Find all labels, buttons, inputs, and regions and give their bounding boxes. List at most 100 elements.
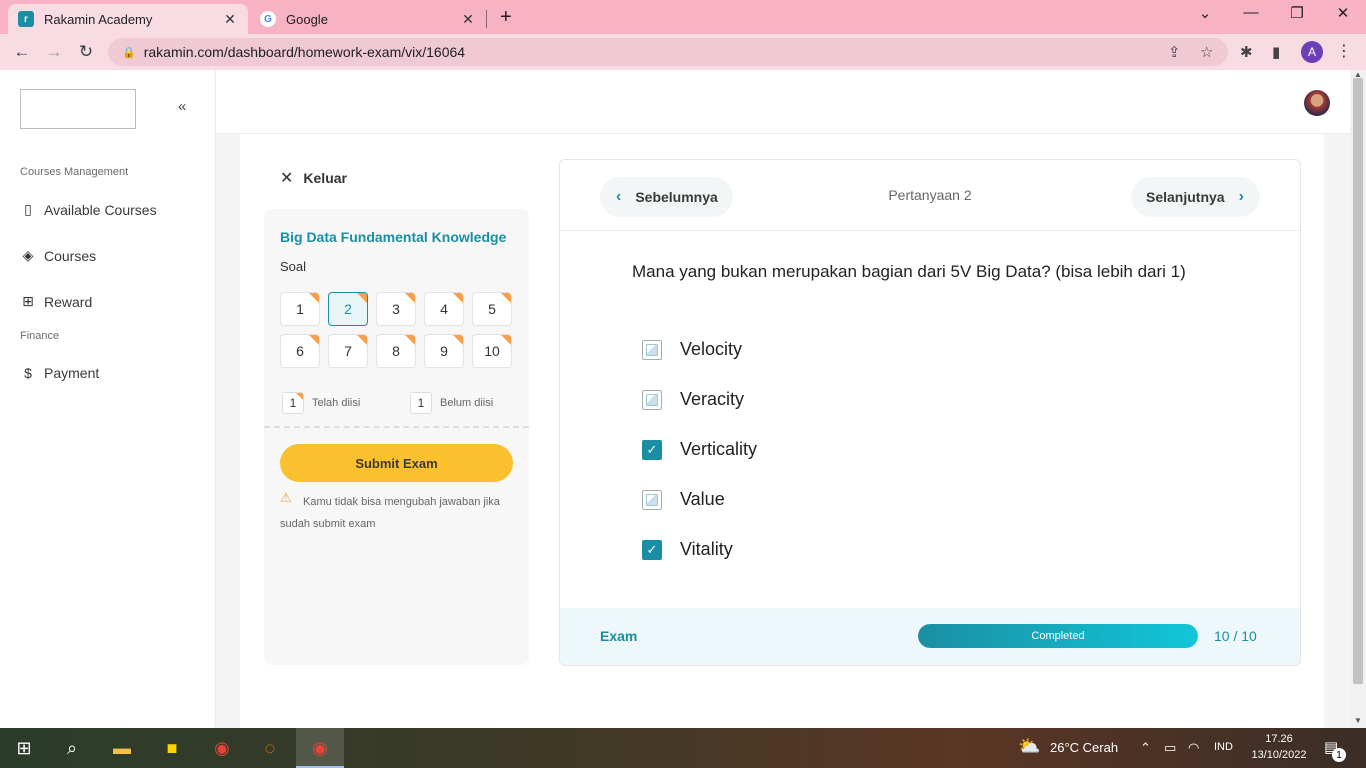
chevron-down-icon[interactable]: ⌄ (1182, 4, 1228, 22)
status-corner (357, 335, 367, 345)
address-bar[interactable]: 🔒 rakamin.com/dashboard/homework-exam/vi… (108, 38, 1228, 66)
sidebar-item-available-courses[interactable]: ▯ Available Courses (20, 201, 156, 218)
jupyter-icon[interactable]: ◌ (256, 734, 284, 762)
restore-button[interactable]: ❐ (1274, 4, 1320, 22)
browser-tab-bar: r Rakamin Academy ✕ G Google ✕ + ⌄ — ❐ ✕ (0, 0, 1366, 34)
chevron-right-icon: › (1238, 188, 1244, 205)
tab-title: Rakamin Academy (44, 11, 153, 27)
meet-now-icon[interactable]: ▭ (1164, 740, 1176, 756)
answer-option[interactable]: Velocity (642, 339, 742, 360)
unanswered-legend-label: Belum diisi (440, 397, 494, 409)
page: « Courses Management ▯ Available Courses… (0, 70, 1350, 728)
checkbox-image-icon[interactable] (642, 339, 662, 360)
forward-button[interactable]: → (42, 42, 66, 62)
clock[interactable]: 17.26 13/10/2022 (1244, 731, 1314, 763)
question-nav-button-1[interactable]: 1 (280, 292, 320, 326)
close-icon[interactable]: ✕ (222, 11, 238, 28)
question-nav-button-8[interactable]: 8 (376, 334, 416, 368)
question-card: ‹ Sebelumnya Pertanyaan 2 Selanjutnya › … (559, 159, 1301, 666)
sidebar-section-finance: Finance (20, 330, 60, 342)
question-number-label: 8 (392, 343, 400, 359)
answer-option-label: Value (680, 489, 725, 509)
clock-time: 17.26 (1265, 733, 1293, 745)
answer-option[interactable]: ✓ Verticality (642, 439, 757, 460)
sidebar: « Courses Management ▯ Available Courses… (0, 70, 216, 728)
question-nav-button-6[interactable]: 6 (280, 334, 320, 368)
status-corner (309, 293, 319, 303)
sticky-notes-icon[interactable]: ■ (158, 734, 186, 762)
answer-option-label: Verticality (680, 439, 758, 459)
menu-icon[interactable]: ⋮ (1336, 41, 1352, 61)
windows-start-icon[interactable]: ⊞ (10, 734, 38, 762)
progress-bar: Completed (918, 624, 1198, 648)
next-question-button[interactable]: Selanjutnya › (1131, 177, 1260, 217)
sidebar-item-payment[interactable]: $ Payment (20, 365, 99, 381)
chevron-up-icon[interactable]: ⌃ (1140, 740, 1151, 756)
question-nav-button-7[interactable]: 7 (328, 334, 368, 368)
question-nav-button-4[interactable]: 4 (424, 292, 464, 326)
file-explorer-icon[interactable]: ▬ (108, 734, 136, 762)
chrome-icon[interactable]: ◉ (208, 734, 236, 762)
question-nav-button-3[interactable]: 3 (376, 292, 416, 326)
answer-option-label: Vitality (680, 539, 733, 559)
browser-toolbar: ← → ↻ 🔒 rakamin.com/dashboard/homework-e… (0, 34, 1366, 70)
soal-label: Soal (280, 259, 307, 274)
answered-legend-badge: 1 (282, 392, 304, 414)
share-icon[interactable]: ⇪ (1168, 43, 1181, 61)
question-nav-button-5[interactable]: 5 (472, 292, 512, 326)
status-corner (453, 293, 463, 303)
checkbox-image-icon[interactable] (642, 389, 662, 410)
checkbox-image-icon[interactable] (642, 489, 662, 510)
question-number-label: 9 (440, 343, 448, 359)
profile-avatar[interactable]: A (1301, 41, 1323, 63)
sidebar-item-label: Payment (44, 365, 100, 381)
tab-google[interactable]: G Google ✕ (250, 4, 486, 34)
back-button[interactable]: ← (10, 42, 34, 62)
exit-button[interactable]: ✕ Keluar (280, 168, 347, 188)
question-nav-button-10[interactable]: 10 (472, 334, 512, 368)
user-avatar[interactable] (1304, 90, 1330, 116)
sidebar-item-reward[interactable]: ⊞ Reward (20, 293, 92, 310)
search-icon[interactable]: ⌕ (58, 734, 86, 762)
sidebar-item-courses[interactable]: ◈ Courses (20, 247, 97, 264)
extensions-icon[interactable]: ✱ (1240, 43, 1253, 61)
clock-date: 13/10/2022 (1251, 749, 1307, 761)
page-scrollbar[interactable]: ▲ ▼ (1350, 70, 1366, 728)
tab-rakamin-academy[interactable]: r Rakamin Academy ✕ (8, 4, 248, 34)
chrome-profile-icon[interactable]: ◉ (306, 734, 334, 762)
language-indicator[interactable]: IND (1214, 741, 1233, 753)
answer-option[interactable]: Veracity (642, 389, 744, 410)
submit-exam-button[interactable]: Submit Exam (280, 444, 513, 482)
star-icon[interactable]: ☆ (1200, 43, 1213, 61)
graduation-cap-icon: ◈ (22, 247, 34, 263)
scrollbar-thumb[interactable] (1353, 78, 1363, 684)
question-number-label: 5 (488, 301, 496, 317)
checkbox-checked-icon[interactable]: ✓ (642, 539, 662, 560)
exit-label: Keluar (303, 170, 347, 186)
question-navigator-panel (264, 209, 529, 665)
question-nav-button-9[interactable]: 9 (424, 334, 464, 368)
checkbox-checked-icon[interactable]: ✓ (642, 439, 662, 460)
unanswered-legend-badge: 1 (410, 392, 432, 414)
wifi-icon[interactable]: ◠ (1188, 740, 1199, 756)
question-nav-button-2[interactable]: 2 (328, 292, 368, 326)
answer-option-label: Velocity (680, 339, 743, 359)
weather-icon[interactable]: ⛅ (1018, 736, 1040, 757)
sidebar-section-courses-management: Courses Management (20, 166, 129, 178)
sidebar-item-label: Courses (44, 247, 97, 264)
course-title: Big Data Fundamental Knowledge (280, 229, 507, 245)
minimize-button[interactable]: — (1228, 4, 1274, 21)
answer-option[interactable]: ✓ Vitality (642, 539, 733, 560)
logo[interactable] (20, 89, 136, 129)
side-panel-icon[interactable]: ▮ (1272, 43, 1280, 61)
new-tab-button[interactable]: + (500, 6, 512, 29)
question-header: ‹ Sebelumnya Pertanyaan 2 Selanjutnya › (560, 160, 1300, 231)
weather-text[interactable]: 26°C Cerah (1050, 740, 1118, 755)
reload-button[interactable]: ↻ (74, 42, 98, 62)
question-number-label: 3 (392, 301, 400, 317)
collapse-sidebar-icon[interactable]: « (178, 98, 186, 115)
answer-option[interactable]: Value (642, 489, 725, 510)
status-corner (405, 335, 415, 345)
close-window-button[interactable]: ✕ (1320, 4, 1366, 22)
close-icon[interactable]: ✕ (460, 11, 476, 28)
